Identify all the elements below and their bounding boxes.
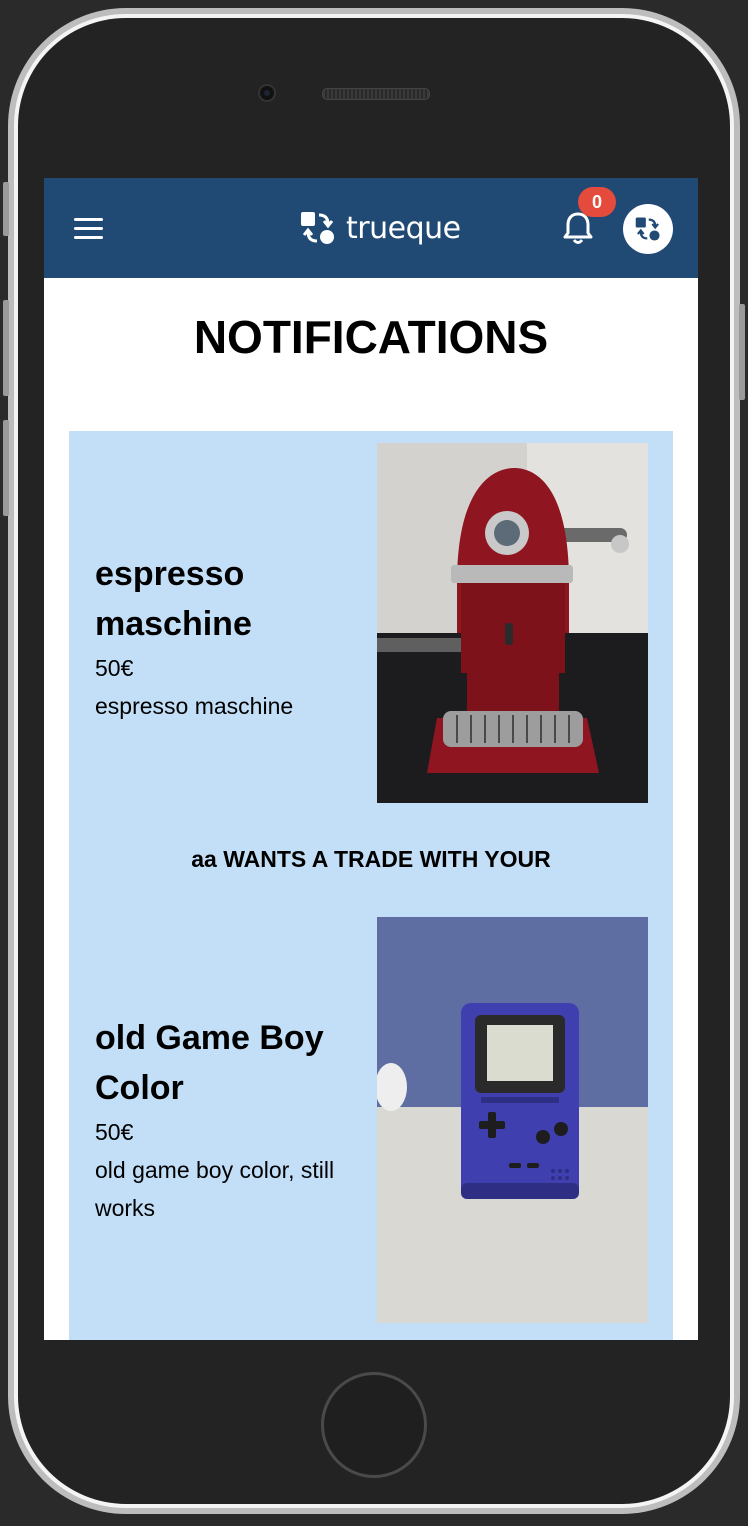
requested-item[interactable]: old Game Boy Color 50€ old game boy colo… xyxy=(69,917,673,1323)
brand[interactable]: trueque xyxy=(300,208,461,248)
requested-item-details: old Game Boy Color 50€ old game boy colo… xyxy=(95,1013,375,1227)
home-button[interactable] xyxy=(321,1372,427,1478)
trade-request-message: aa WANTS A TRADE WITH YOUR xyxy=(191,846,551,872)
phone-screen: trueque 0 NOTIFICATIONS espresso maschin… xyxy=(44,178,698,1340)
hamburger-menu-icon[interactable] xyxy=(74,218,103,240)
offered-item-details: espresso maschine 50€ espresso maschine xyxy=(95,549,375,725)
offered-item-title: espresso maschine xyxy=(95,555,252,643)
requested-item-description: old game boy color, still works xyxy=(95,1157,335,1221)
notification-card[interactable]: espresso maschine 50€ espresso maschine xyxy=(69,431,673,1340)
trueque-logo-icon xyxy=(301,212,334,244)
front-camera xyxy=(258,84,276,102)
espresso-machine-photo-icon[interactable] xyxy=(377,443,648,803)
offered-item-description: espresso maschine xyxy=(95,693,294,719)
offered-item-price: 50€ xyxy=(95,655,134,681)
user-avatar[interactable] xyxy=(623,204,673,254)
brand-name: trueque xyxy=(346,210,461,246)
notification-count-badge: 0 xyxy=(578,187,616,217)
requested-item-title: old Game Boy Color xyxy=(95,1019,324,1107)
page-title: NOTIFICATIONS xyxy=(193,311,549,363)
earpiece-speaker xyxy=(322,88,430,100)
offered-item[interactable]: espresso maschine 50€ espresso maschine xyxy=(69,443,673,803)
volume-down-button xyxy=(3,420,9,516)
mute-switch xyxy=(3,182,9,236)
power-button xyxy=(739,304,745,400)
volume-up-button xyxy=(3,300,9,396)
game-boy-color-photo-icon[interactable] xyxy=(377,917,648,1323)
avatar-logo-icon xyxy=(635,217,660,241)
top-navbar: trueque 0 xyxy=(44,178,698,278)
requested-item-price: 50€ xyxy=(95,1119,134,1145)
